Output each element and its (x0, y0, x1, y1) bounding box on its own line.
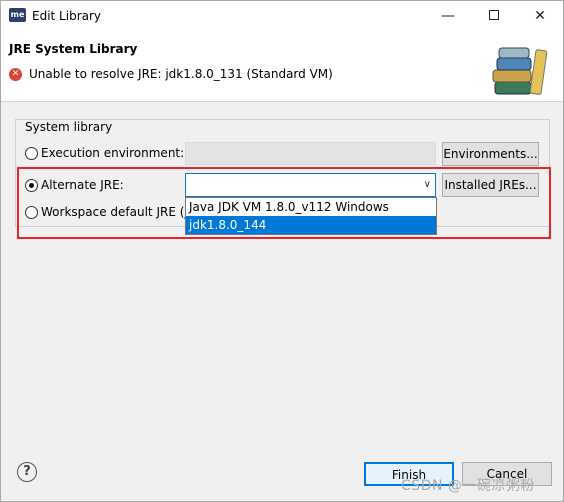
watermark: CSDN @一碗凉粥粉 (401, 478, 535, 494)
jre-dropdown-list[interactable]: Java JDK VM 1.8.0_v112 Windows jdk1.8.0_… (185, 197, 437, 235)
group-label: System library (23, 120, 115, 134)
execution-environment-radio[interactable] (25, 147, 38, 160)
edit-library-dialog: me Edit Library — ✕ JRE System Library ✕… (0, 0, 564, 502)
environments-button[interactable]: Environments... (442, 142, 539, 166)
library-books-icon (492, 47, 548, 95)
workspace-default-label: Workspace default JRE (j (41, 205, 188, 219)
workspace-default-radio[interactable] (25, 206, 38, 219)
dialog-header: JRE System Library ✕ Unable to resolve J… (1, 32, 563, 102)
window-title: Edit Library (32, 9, 102, 23)
app-icon: me (9, 8, 26, 22)
title-bar[interactable]: me Edit Library — ✕ (1, 1, 563, 32)
dropdown-item[interactable]: Java JDK VM 1.8.0_v112 Windows (186, 198, 436, 216)
installed-jres-button[interactable]: Installed JREs... (442, 173, 539, 197)
help-icon[interactable]: ? (17, 462, 37, 482)
alternate-jre-label: Alternate JRE: (41, 178, 124, 192)
header-title: JRE System Library (9, 42, 138, 56)
alternate-jre-radio[interactable] (25, 179, 38, 192)
error-icon: ✕ (9, 68, 22, 81)
alternate-jre-combo[interactable]: ∨ (185, 173, 436, 197)
close-button[interactable]: ✕ (517, 1, 563, 32)
error-message: Unable to resolve JRE: jdk1.8.0_131 (Sta… (29, 67, 333, 81)
chevron-down-icon[interactable]: ∨ (424, 179, 431, 190)
dropdown-item-selected[interactable]: jdk1.8.0_144 (186, 216, 436, 234)
maximize-icon (489, 10, 499, 20)
execution-environment-combo (185, 142, 436, 165)
maximize-button[interactable] (471, 1, 517, 32)
execution-environment-label: Execution environment: (41, 146, 185, 160)
minimize-button[interactable]: — (425, 1, 471, 32)
